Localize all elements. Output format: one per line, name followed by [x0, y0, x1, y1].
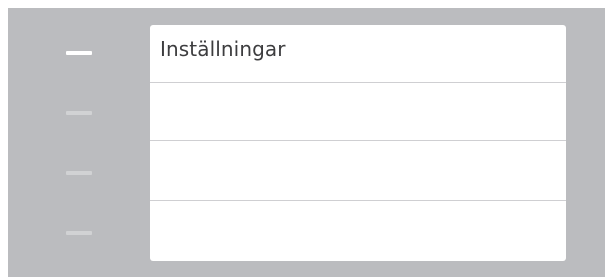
settings-screen: Inställningar: [8, 8, 605, 277]
nav-indicator-3[interactable]: [66, 171, 92, 175]
settings-row-2[interactable]: [150, 143, 566, 201]
settings-row-1[interactable]: [150, 83, 566, 141]
nav-indicator-1-active[interactable]: [66, 51, 92, 55]
settings-title-row[interactable]: Inställningar: [150, 25, 566, 83]
settings-row-3[interactable]: [150, 202, 566, 260]
settings-title: Inställningar: [160, 37, 286, 61]
settings-panel: Inställningar: [150, 25, 566, 261]
nav-indicator-4[interactable]: [66, 231, 92, 235]
nav-indicator-2[interactable]: [66, 111, 92, 115]
